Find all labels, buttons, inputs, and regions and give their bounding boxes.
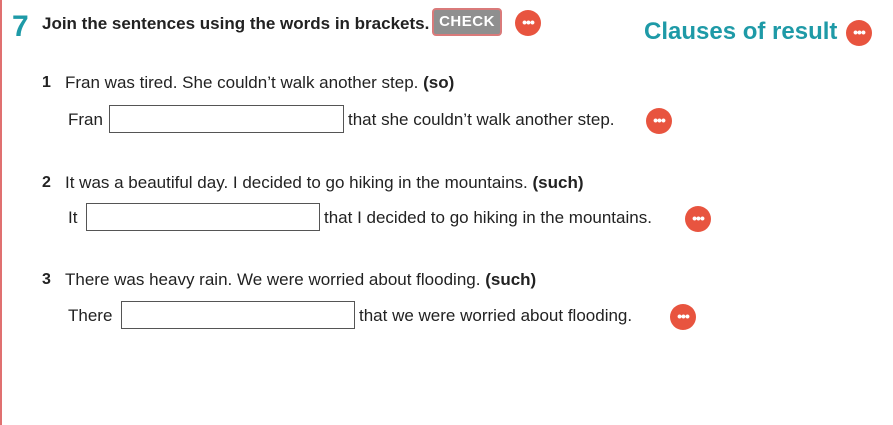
- prompt-keyword: (so): [423, 73, 455, 92]
- left-margin-rule: [0, 0, 2, 425]
- item-number: 3: [42, 271, 51, 288]
- more-options-icon[interactable]: •••: [685, 206, 711, 232]
- sentence-ending: that she couldn’t walk another step.: [348, 110, 615, 129]
- answer-input-2[interactable]: [86, 203, 320, 231]
- more-options-icon[interactable]: •••: [846, 20, 872, 46]
- item-prompt: There was heavy rain. We were worried ab…: [65, 270, 536, 290]
- item-prompt: Fran was tired. She couldn’t walk anothe…: [65, 73, 454, 93]
- lead-word: It: [68, 208, 78, 227]
- exercise-instruction: Join the sentences using the words in br…: [42, 14, 430, 33]
- more-options-icon[interactable]: •••: [515, 10, 541, 36]
- answer-input-3[interactable]: [121, 301, 355, 329]
- topic-title: Clauses of result: [644, 18, 838, 45]
- prompt-keyword: (such): [532, 173, 584, 192]
- item-number: 2: [42, 174, 51, 191]
- prompt-sentence: It was a beautiful day. I decided to go …: [65, 173, 528, 192]
- more-options-icon[interactable]: •••: [670, 304, 696, 330]
- check-button[interactable]: CHECK: [432, 8, 502, 36]
- exercise-number: 7: [12, 10, 29, 43]
- more-options-icon[interactable]: •••: [646, 108, 672, 134]
- answer-input-1[interactable]: [109, 105, 344, 133]
- item-number: 1: [42, 74, 51, 91]
- prompt-keyword: (such): [485, 270, 537, 289]
- sentence-ending: that we were worried about flooding.: [359, 306, 633, 325]
- item-prompt: It was a beautiful day. I decided to go …: [65, 173, 584, 193]
- prompt-sentence: There was heavy rain. We were worried ab…: [65, 270, 481, 289]
- lead-word: Fran: [68, 110, 103, 129]
- lead-word: There: [68, 306, 113, 325]
- sentence-ending: that I decided to go hiking in the mount…: [324, 208, 652, 227]
- prompt-sentence: Fran was tired. She couldn’t walk anothe…: [65, 73, 419, 92]
